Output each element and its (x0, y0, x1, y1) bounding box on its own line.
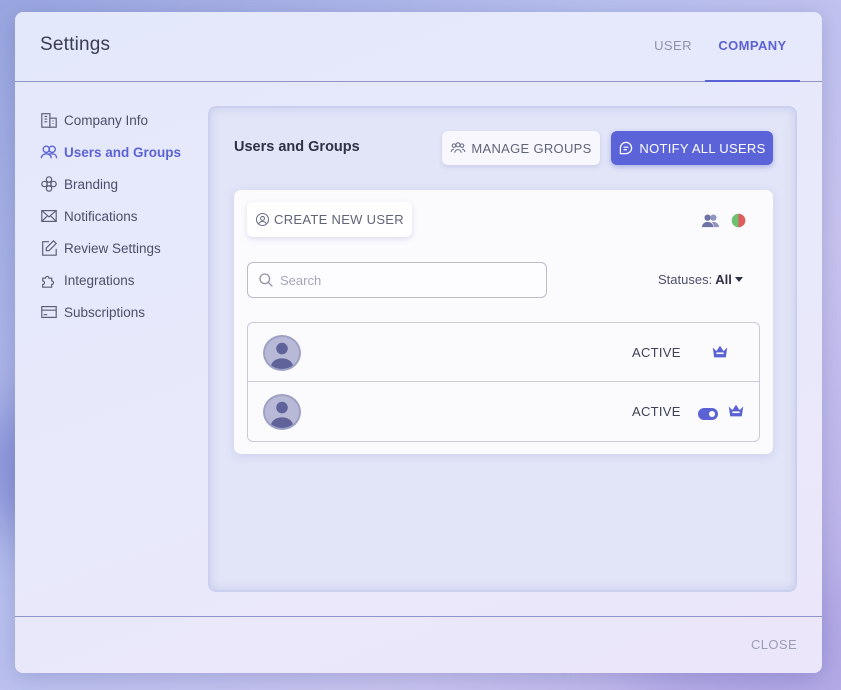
flower-icon (39, 174, 59, 194)
sidebar-item-integrations[interactable]: Integrations (39, 264, 209, 296)
sidebar-item-label: Users and Groups (64, 144, 182, 160)
sidebar-item-branding[interactable]: Branding (39, 168, 209, 200)
panel-title: Users and Groups (234, 139, 360, 155)
edit-icon (39, 238, 59, 258)
credit-card-icon (39, 302, 59, 322)
sidebar-item-notifications[interactable]: Notifications (39, 200, 209, 232)
row-actions (710, 343, 730, 366)
sidebar-item-label: Integrations (64, 272, 135, 288)
user-row[interactable]: ACTIVE (248, 323, 759, 382)
status-filter-dropdown[interactable]: Statuses: All (658, 272, 743, 287)
manage-groups-label: MANAGE GROUPS (471, 140, 592, 156)
tab-user[interactable]: USER (643, 12, 703, 82)
status-filter-value: All (715, 272, 732, 287)
avatar (263, 335, 301, 371)
envelope-icon (39, 206, 59, 226)
user-list: ACTIVE ACTIVE (247, 322, 760, 442)
group-icon (451, 142, 466, 153)
card-header-icons (700, 210, 748, 230)
crown-icon[interactable] (710, 343, 730, 366)
avatar (263, 394, 301, 430)
create-new-user-label: CREATE NEW USER (274, 212, 404, 227)
users-groups-panel: Users and Groups MANAGE GROUPS NOTIFY AL… (208, 106, 797, 592)
chat-bubble-icon (620, 141, 633, 155)
building-icon (39, 110, 59, 130)
sidebar-item-label: Subscriptions (64, 304, 146, 320)
search-icon (259, 273, 273, 287)
sidebar-item-subscriptions[interactable]: Subscriptions (39, 296, 209, 328)
settings-modal: Settings USER COMPANY Company Info Users… (15, 12, 822, 673)
status-filter-label: Statuses: (658, 272, 713, 287)
active-toggle[interactable] (698, 407, 718, 420)
user-status: ACTIVE (632, 404, 681, 419)
create-new-user-button[interactable]: CREATE NEW USER (247, 202, 412, 237)
settings-sidebar: Company Info Users and Groups Branding N… (39, 104, 209, 328)
sidebar-item-label: Review Settings (64, 240, 161, 256)
users-icon (39, 142, 59, 162)
user-circle-icon (256, 212, 270, 227)
manage-groups-button[interactable]: MANAGE GROUPS (442, 131, 600, 165)
close-button[interactable]: CLOSE (751, 637, 797, 652)
sidebar-item-label: Notifications (64, 208, 138, 224)
sidebar-item-users-and-groups[interactable]: Users and Groups (39, 136, 209, 168)
notify-all-users-button[interactable]: NOTIFY ALL USERS (611, 131, 773, 165)
sidebar-item-label: Branding (64, 176, 119, 192)
modal-header: Settings USER COMPANY (15, 12, 822, 82)
sidebar-item-review-settings[interactable]: Review Settings (39, 232, 209, 264)
user-status: ACTIVE (632, 345, 681, 360)
users-card: CREATE NEW USER Statuses: All (234, 190, 773, 454)
notify-all-users-label: NOTIFY ALL USERS (639, 140, 766, 156)
sidebar-item-label: Company Info (64, 112, 149, 128)
caret-down-icon (734, 277, 743, 282)
tab-company[interactable]: COMPANY (705, 12, 800, 82)
user-row[interactable]: ACTIVE (248, 382, 759, 441)
users-filter-icon[interactable] (700, 210, 720, 230)
crown-icon[interactable] (726, 402, 746, 425)
pie-chart-icon[interactable] (728, 210, 748, 230)
modal-footer: CLOSE (15, 616, 822, 673)
search-field[interactable] (247, 262, 547, 298)
row-actions (698, 402, 746, 425)
sidebar-item-company-info[interactable]: Company Info (39, 104, 209, 136)
search-input[interactable] (280, 272, 520, 288)
modal-title: Settings (40, 34, 111, 55)
puzzle-icon (39, 270, 59, 290)
